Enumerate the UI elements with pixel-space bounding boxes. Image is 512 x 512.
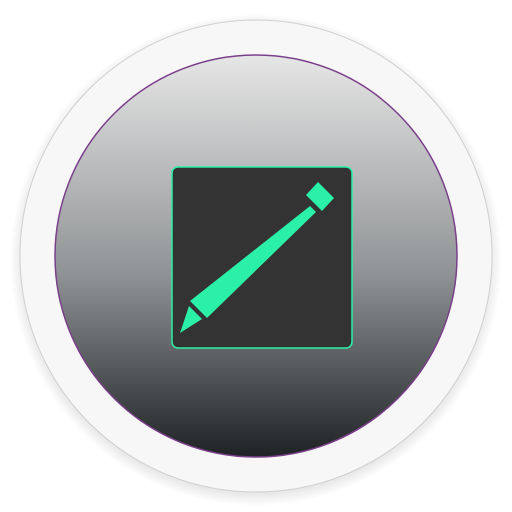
app-icon-graphic (10, 14, 502, 506)
app-icon[interactable] (0, 0, 512, 512)
